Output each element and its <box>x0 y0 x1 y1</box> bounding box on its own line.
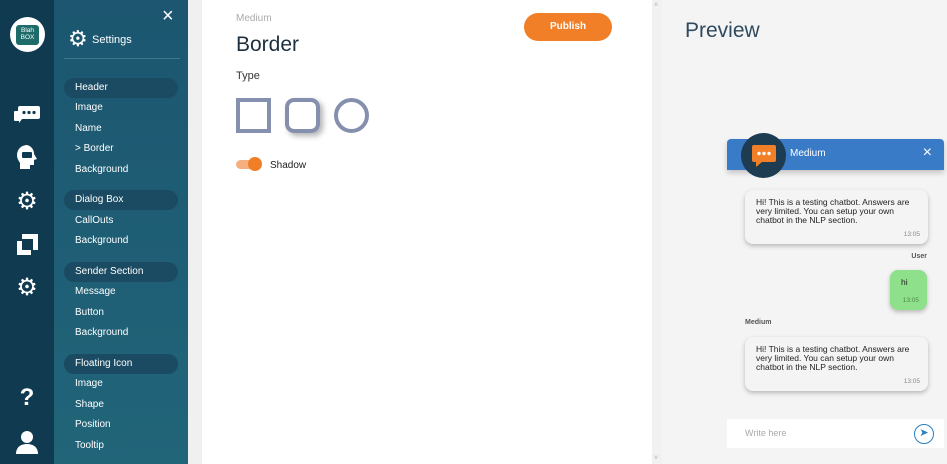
divider <box>64 58 180 59</box>
sidebar-section-3[interactable]: Floating Icon <box>64 354 178 374</box>
logo-text-1: Blah <box>20 26 34 34</box>
scroll-down-icon[interactable]: ˅ <box>654 455 658 462</box>
help-icon[interactable]: ? <box>12 383 42 413</box>
sidebar-item[interactable]: Image <box>64 374 178 394</box>
send-icon[interactable]: ➤ <box>914 424 934 444</box>
sidebar-title: Settings <box>92 34 132 46</box>
user-message: hi 13:05 <box>890 270 927 310</box>
chat-name: Medium <box>790 148 826 159</box>
preview-title: Preview <box>685 19 760 42</box>
chat-input-placeholder: Write here <box>745 428 787 438</box>
message-time: 13:05 <box>902 297 919 304</box>
border-circle-option[interactable] <box>334 98 369 133</box>
message-text: hi <box>901 277 908 287</box>
chat-bubble-icon <box>751 144 776 167</box>
sender-label: User <box>911 253 927 260</box>
close-icon[interactable]: × <box>162 5 174 28</box>
globe-gear-icon[interactable]: ⚙ <box>12 272 42 302</box>
settings-gear-icon: ⚙ <box>68 26 88 51</box>
sidebar-item[interactable]: Position <box>64 415 178 435</box>
gear-icon[interactable]: ⚙ <box>12 186 42 216</box>
sidebar-item[interactable]: Background <box>64 231 178 251</box>
message-text: Hi! This is a testing chatbot. Answers a… <box>756 197 910 225</box>
border-square-option[interactable] <box>236 98 271 133</box>
icon-rail: Blah BOX ⚙ ⚙ ? <box>0 0 54 464</box>
scrollbar[interactable]: ˄ ˅ <box>652 0 662 464</box>
sidebar-item[interactable]: Button <box>64 303 178 323</box>
sidebar-section-0[interactable]: Header <box>64 78 178 98</box>
editor-panel: Medium Border Publish Type Shadow <box>202 0 652 464</box>
bot-message: Hi! This is a testing chatbot. Answers a… <box>745 337 928 391</box>
sidebar-item[interactable]: Tooltip <box>64 436 178 456</box>
page-title: Border <box>236 33 300 56</box>
sidebar-item[interactable]: Shape <box>64 395 178 415</box>
sidebar-item[interactable]: > Border <box>64 139 178 159</box>
shadow-label: Shadow <box>270 160 307 171</box>
preview-panel: Preview Medium × Hi! This is a testing c… <box>662 0 947 464</box>
message-time: 13:05 <box>903 378 920 385</box>
user-icon[interactable] <box>12 427 42 457</box>
border-rounded-option[interactable] <box>285 98 320 133</box>
publish-button[interactable]: Publish <box>524 13 612 41</box>
sidebar-item[interactable]: Background <box>64 160 178 180</box>
sender-label: Medium <box>745 319 772 326</box>
sidebar-item[interactable]: CallOuts <box>64 211 178 231</box>
scroll-up-icon[interactable]: ˄ <box>654 2 658 9</box>
settings-sidebar: × ⚙ Settings Header Image Name > Border Back… <box>54 0 188 464</box>
breadcrumb: Medium <box>236 13 272 24</box>
sidebar-item[interactable]: Background <box>64 323 178 343</box>
head-brain-icon[interactable] <box>12 142 42 172</box>
logo[interactable]: Blah BOX <box>10 17 45 52</box>
layers-icon[interactable] <box>12 230 42 260</box>
chat-input[interactable]: Write here ➤ <box>727 419 944 448</box>
chat-bubbles-icon[interactable] <box>12 99 42 129</box>
sidebar-item[interactable]: Image <box>64 98 178 118</box>
type-label: Type <box>236 70 260 82</box>
sidebar-section-1[interactable]: Dialog Box <box>64 190 178 211</box>
sidebar-section-2[interactable]: Sender Section <box>64 262 178 282</box>
sidebar-item[interactable]: Message <box>64 282 178 302</box>
message-text: Hi! This is a testing chatbot. Answers a… <box>756 344 910 372</box>
sidebar-item[interactable]: Name <box>64 119 178 139</box>
chat-close-icon[interactable]: × <box>923 144 932 162</box>
chat-avatar <box>741 133 786 178</box>
message-time: 13:05 <box>903 231 920 238</box>
logo-text-2: BOX <box>20 33 35 41</box>
gutter <box>188 0 202 464</box>
bot-message: Hi! This is a testing chatbot. Answers a… <box>745 190 928 244</box>
shadow-toggle[interactable] <box>236 157 262 171</box>
